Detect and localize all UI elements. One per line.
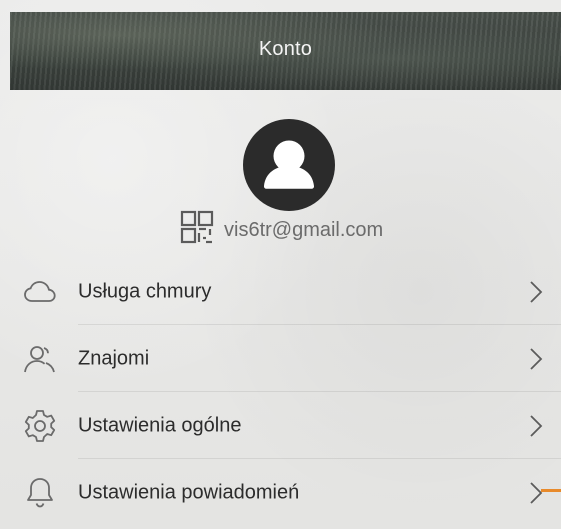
user-avatar-icon[interactable] — [243, 119, 335, 211]
account-screen: Konto vis6tr@gmail.com Usługa chmury Zna… — [0, 0, 561, 529]
menu-item-label: Usługa chmury — [78, 280, 212, 302]
bell-icon — [22, 475, 58, 511]
page-title: Konto — [258, 37, 313, 60]
account-email-row[interactable]: vis6tr@gmail.com — [180, 210, 383, 248]
qr-code-icon[interactable] — [180, 210, 214, 249]
account-email: vis6tr@gmail.com — [224, 218, 384, 241]
settings-menu: Usługa chmury Znajomi Ustawienia ogólne … — [0, 258, 561, 526]
menu-item-label: Ustawienia powiadomień — [78, 481, 300, 503]
chevron-right-icon — [527, 480, 545, 506]
menu-item-cloud-service[interactable]: Usługa chmury — [0, 258, 561, 325]
cloud-icon — [22, 274, 58, 310]
profile-section: vis6tr@gmail.com — [10, 90, 561, 260]
menu-item-friends[interactable]: Znajomi — [0, 325, 561, 392]
menu-item-general-settings[interactable]: Ustawienia ogólne — [0, 392, 561, 459]
chevron-right-icon — [527, 413, 545, 439]
menu-item-label: Ustawienia ogólne — [78, 414, 242, 436]
friends-icon — [22, 341, 58, 377]
accent-line — [541, 489, 561, 492]
menu-item-notification-settings[interactable]: Ustawienia powiadomień — [0, 459, 561, 526]
menu-item-label: Znajomi — [78, 347, 150, 369]
header-bar: Konto — [10, 12, 561, 90]
chevron-right-icon — [527, 346, 545, 372]
chevron-right-icon — [527, 279, 545, 305]
gear-icon — [22, 408, 58, 444]
